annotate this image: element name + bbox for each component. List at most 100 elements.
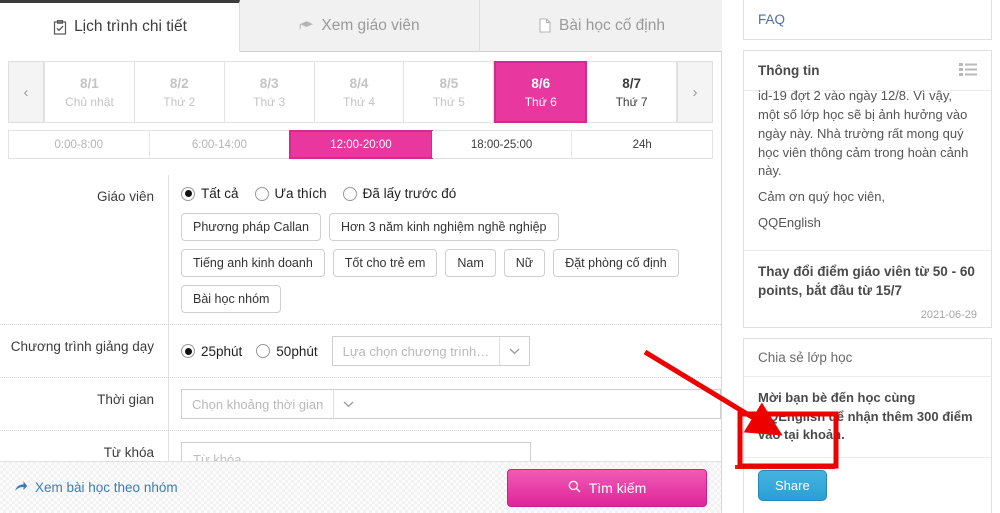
day-cell-2[interactable]: 8/3 Thứ 3 <box>224 61 315 123</box>
tab-fixed-lesson-label: Bài học cố định <box>559 16 665 34</box>
list-icon[interactable] <box>959 62 977 79</box>
tab-schedule[interactable]: Lịch trình chi tiết <box>0 0 240 52</box>
info-paragraph-1: Cảm ơn quý học viên, <box>758 189 886 205</box>
info-card: Thông tin id-19 đợt 2 vào ngày 12/8. Vì … <box>743 50 992 328</box>
day-number: 8/6 <box>531 75 551 91</box>
share-arrow-icon <box>14 480 28 496</box>
label-teacher: Giáo viên <box>96 189 154 204</box>
radio-duration-25[interactable]: 25phút <box>181 344 242 359</box>
info-card-title: Thông tin <box>758 63 820 78</box>
time-field-body: Chọn khoảng thời gian <box>168 378 721 430</box>
time-slot-2-selected[interactable]: 12:00-20:00 <box>289 130 433 159</box>
prev-week-button[interactable]: ‹ <box>8 61 44 123</box>
tag-experience[interactable]: Hơn 3 năm kinh nghiệm nghề nghiệp <box>328 213 559 241</box>
radio-icon-checked <box>181 344 195 358</box>
clipboard-check-icon <box>52 19 67 35</box>
search-form: Giáo viên Tất cả Ưa thích Đã lấy trước đ… <box>0 175 721 487</box>
radio-icon <box>256 344 271 358</box>
radio-teacher-all[interactable]: Tất cả <box>181 186 239 201</box>
day-name: Thứ 5 <box>432 94 465 109</box>
day-list: 8/1 Chủ nhật 8/2 Thứ 2 8/3 Thứ 3 8/4 Thứ… <box>44 61 678 123</box>
time-slot-0[interactable]: 0:00-8:00 <box>9 131 150 158</box>
tab-schedule-label: Lịch trình chi tiết <box>74 18 187 35</box>
faq-card: FAQ <box>743 0 992 40</box>
curriculum-controls: 25phút 50phút Lựa chọn chương trình… <box>181 336 721 366</box>
date-navigator: ‹ 8/1 Chủ nhật 8/2 Thứ 2 8/3 Thứ 3 8/4 T… <box>0 52 721 130</box>
search-button[interactable]: Tìm kiếm <box>507 468 707 507</box>
day-name: Chủ nhật <box>65 94 114 109</box>
info-card-header: Thông tin <box>744 51 991 91</box>
group-lesson-link[interactable]: Xem bài học theo nhóm <box>14 480 178 496</box>
day-cell-0[interactable]: 8/1 Chủ nhật <box>44 61 135 123</box>
tag-group-lesson[interactable]: Bài học nhóm <box>181 285 282 313</box>
day-cell-4[interactable]: 8/5 Thứ 5 <box>404 61 495 123</box>
day-name: Thứ 2 <box>163 94 196 109</box>
day-cell-3[interactable]: 8/4 Thứ 4 <box>314 61 405 123</box>
scroll-progress-bar <box>735 465 835 469</box>
tag-business-english[interactable]: Tiếng anh kinh doanh <box>181 249 325 277</box>
day-number: 8/4 <box>349 75 369 91</box>
teacher-field-body: Tất cả Ưa thích Đã lấy trước đó Phương p… <box>168 175 721 324</box>
day-name: Thứ 3 <box>253 94 286 109</box>
day-cell-1[interactable]: 8/2 Thứ 2 <box>134 61 225 123</box>
curriculum-field-body: 25phút 50phút Lựa chọn chương trình… <box>168 325 721 377</box>
tag-female[interactable]: Nữ <box>503 249 546 277</box>
time-range-select[interactable]: Chọn khoảng thời gian <box>181 389 721 419</box>
radio-label: Đã lấy trước đó <box>362 186 457 201</box>
tag-callan[interactable]: Phương pháp Callan <box>181 213 321 241</box>
form-row-time: Thời gian Chọn khoảng thời gian <box>0 377 721 430</box>
day-number: 8/3 <box>259 75 279 91</box>
faq-link[interactable]: FAQ <box>758 12 785 27</box>
time-slot-1[interactable]: 6:00-14:00 <box>149 131 291 158</box>
chevron-right-icon: › <box>692 83 698 101</box>
tag-fixed-booking[interactable]: Đặt phòng cố định <box>553 249 679 277</box>
teacher-tag-list: Phương pháp Callan Hơn 3 năm kinh nghiệm… <box>181 213 701 313</box>
page-root: Lịch trình chi tiết Xem giáo viên Bài họ… <box>0 0 1000 513</box>
info-paragraph-0: id-19 đợt 2 vào ngày 12/8. Vì vậy, một s… <box>758 88 969 179</box>
tag-good-for-kids[interactable]: Tốt cho trẻ em <box>332 249 438 277</box>
info-news-date: 2021-06-29 <box>920 308 977 321</box>
label-time: Thời gian <box>97 392 154 407</box>
radio-duration-50[interactable]: 50phút <box>256 343 318 359</box>
day-cell-5-selected[interactable]: 8/6 Thứ 6 <box>494 61 588 123</box>
graduation-cap-icon <box>299 18 314 34</box>
info-news-item[interactable]: Thay đổi điểm giáo viên từ 50 - 60 point… <box>744 249 991 327</box>
label-curriculum: Chương trình giảng dạy <box>10 339 154 354</box>
radio-label: 50phút <box>276 343 318 359</box>
day-number: 8/5 <box>439 75 459 91</box>
tag-male[interactable]: Nam <box>445 249 496 277</box>
chevron-left-icon: ‹ <box>23 83 29 101</box>
teacher-radio-group: Tất cả Ưa thích Đã lấy trước đó <box>181 186 721 201</box>
tab-fixed-lesson[interactable]: Bài học cố định <box>480 0 722 52</box>
form-footer: Xem bài học theo nhóm Tìm kiếm <box>0 461 721 513</box>
radio-teacher-previous[interactable]: Đã lấy trước đó <box>342 186 457 201</box>
time-slot-3[interactable]: 18:00-25:00 <box>431 131 573 158</box>
next-week-button[interactable]: › <box>677 61 713 123</box>
day-cell-6[interactable]: 8/7 Thứ 7 <box>587 61 678 123</box>
day-name: Thứ 7 <box>615 94 648 109</box>
tab-view-teacher-label: Xem giáo viên <box>321 16 420 34</box>
day-number: 8/1 <box>80 75 99 91</box>
radio-icon-checked <box>181 186 195 201</box>
day-number: 8/2 <box>169 75 189 91</box>
day-name: Thứ 4 <box>342 94 376 109</box>
search-icon <box>568 480 581 496</box>
form-row-teacher: Giáo viên Tất cả Ưa thích Đã lấy trước đ… <box>0 175 721 324</box>
tab-view-teacher[interactable]: Xem giáo viên <box>240 0 480 52</box>
radio-icon <box>342 186 357 201</box>
radio-teacher-favorite[interactable]: Ưa thích <box>254 186 327 201</box>
info-card-body: id-19 đợt 2 vào ngày 12/8. Vì vậy, một s… <box>744 87 991 250</box>
day-name: Thứ 6 <box>524 94 557 109</box>
share-card-header: Chia sẻ lớp học <box>744 339 991 377</box>
curriculum-select-value: Lựa chọn chương trình… <box>342 343 490 359</box>
tab-bar: Lịch trình chi tiết Xem giáo viên Bài họ… <box>0 0 722 52</box>
share-button[interactable]: Share <box>758 470 827 502</box>
share-card: Chia sẻ lớp học Mời bạn bè đến học cùng … <box>743 337 992 513</box>
curriculum-select[interactable]: Lựa chọn chương trình… <box>331 336 531 366</box>
radio-label: Ưa thích <box>274 186 327 201</box>
time-slot-4[interactable]: 24h <box>572 131 712 158</box>
radio-label: 25phút <box>201 343 243 359</box>
radio-label: Tất cả <box>201 186 239 201</box>
chevron-down-icon <box>333 390 363 418</box>
info-news-title: Thay đổi điểm giáo viên từ 50 - 60 point… <box>758 263 975 298</box>
